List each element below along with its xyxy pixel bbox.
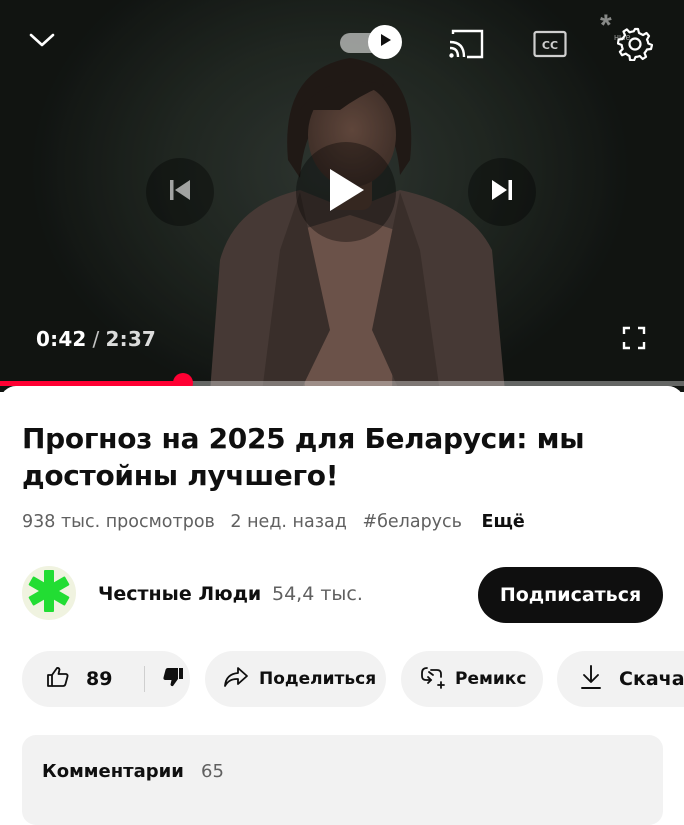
video-duration: 2:37	[105, 327, 157, 351]
remix-label: Ремикс	[455, 669, 527, 689]
previous-video-button[interactable]	[146, 158, 214, 226]
video-player[interactable]: CC * ные 0:42/2:37	[0, 0, 684, 392]
download-label: Скачать	[619, 668, 684, 690]
autoplay-toggle[interactable]	[338, 24, 406, 66]
gear-icon	[616, 25, 654, 66]
dislike-button[interactable]	[145, 651, 185, 707]
hashtag-link[interactable]: #беларусь	[362, 512, 462, 532]
thumbs-down-icon	[161, 665, 185, 694]
cc-icon: CC	[533, 30, 567, 63]
remix-button[interactable]: Ремикс	[401, 651, 543, 707]
view-count: 938 тыс. просмотров	[22, 512, 215, 532]
share-arrow-icon	[223, 666, 249, 693]
subscriber-count: 54,4 тыс.	[272, 583, 363, 605]
share-button[interactable]: Поделиться	[205, 651, 386, 707]
more-button[interactable]: Ещё	[482, 512, 525, 532]
comments-count: 65	[201, 761, 224, 782]
next-video-button[interactable]	[468, 158, 536, 226]
video-title[interactable]: Прогноз на 2025 для Беларуси: мы достойн…	[22, 420, 642, 494]
upload-age: 2 нед. назад	[230, 512, 347, 532]
video-metadata[interactable]: 938 тыс. просмотров 2 нед. назад #белару…	[22, 512, 535, 532]
fullscreen-button[interactable]	[614, 324, 654, 356]
like-count: 89	[86, 668, 113, 690]
autoplay-knob	[368, 25, 402, 59]
play-button[interactable]	[296, 142, 396, 242]
time-separator: /	[92, 327, 100, 351]
download-button[interactable]: Скачать	[557, 651, 684, 707]
svg-text:CC: CC	[542, 39, 558, 52]
subscribe-button[interactable]: Подписаться	[478, 567, 663, 623]
share-label: Поделиться	[259, 669, 377, 689]
thumbs-up-icon	[46, 665, 70, 694]
cast-button[interactable]	[444, 26, 488, 66]
skip-next-icon	[489, 177, 515, 208]
current-time: 0:42	[36, 327, 87, 351]
minimize-button[interactable]	[22, 24, 62, 60]
time-display: 0:42/2:37	[36, 327, 156, 351]
cast-icon	[447, 28, 485, 65]
play-icon	[326, 167, 366, 218]
comments-title: Комментарии	[42, 761, 184, 782]
captions-button[interactable]: CC	[530, 28, 570, 64]
skip-previous-icon	[167, 177, 193, 208]
avatar[interactable]	[22, 566, 76, 620]
channel-name[interactable]: Честные Люди	[98, 583, 261, 605]
comments-section[interactable]: Комментарии 65	[22, 735, 663, 825]
chevron-down-icon	[29, 32, 55, 53]
download-icon	[579, 664, 603, 695]
settings-button[interactable]	[610, 22, 660, 68]
remix-icon	[419, 664, 445, 695]
like-button[interactable]: 89	[22, 651, 144, 707]
asterisk-logo-icon	[24, 566, 74, 620]
like-dislike-group: 89	[22, 651, 190, 707]
fullscreen-icon	[622, 326, 646, 355]
play-icon	[377, 32, 393, 53]
